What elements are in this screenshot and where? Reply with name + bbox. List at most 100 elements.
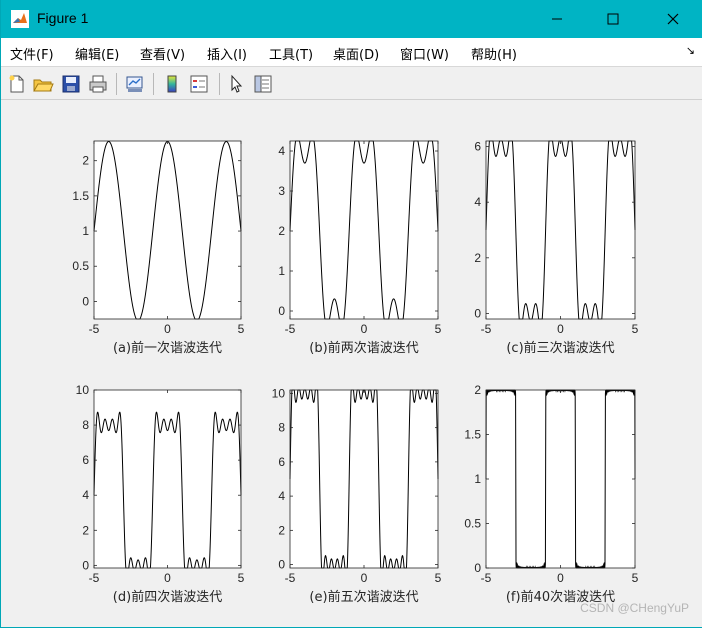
subplot-grid: -5 0 500.511.52(a)前一次谐波迭代-5 0 501234(b)前两次谐波… — [72, 140, 638, 605]
x-tick-label: 0 — [557, 571, 564, 585]
y-tick-label: 0 — [278, 304, 285, 318]
axes-background — [290, 141, 438, 319]
y-tick-label: 4 — [474, 195, 481, 209]
csdn-watermark: CSDN @CHengYuP — [580, 601, 689, 615]
y-tick-label: 10 — [272, 386, 286, 400]
pointer-icon[interactable] — [226, 73, 248, 95]
y-tick-label: 2 — [474, 383, 481, 397]
x-tick-label: 5 — [238, 322, 245, 336]
close-icon — [667, 13, 679, 25]
axes-background — [94, 390, 241, 568]
toolbar-separator — [219, 73, 220, 95]
menu-edit[interactable]: 编辑(E) — [75, 44, 119, 63]
menu-file[interactable]: 文件(F) — [10, 44, 54, 63]
close-button[interactable] — [645, 0, 701, 38]
y-tick-label: 0.5 — [464, 517, 481, 531]
legend-icon[interactable] — [188, 73, 210, 95]
y-tick-label: 8 — [82, 418, 89, 432]
figure-canvas: -5 0 5 0 0.5 1 1.5 2 (a)前一次谐波迭代 -5 0 5 0 1 2 3 4 (b)前两次谐波… — [1, 100, 702, 627]
y-tick-label: 2 — [278, 224, 285, 238]
new-figure-icon[interactable] — [6, 73, 28, 95]
link-plot-icon[interactable] — [124, 73, 146, 95]
x-tick-label: 5 — [435, 322, 442, 336]
x-axis-label: (b)前两次谐波迭代 — [309, 340, 418, 356]
menu-bar: 文件(F) 编辑(E) 查看(V) 插入(I) 工具(T) 桌面(D) 窗口(W… — [1, 38, 702, 67]
y-tick-label: 10 — [76, 383, 90, 397]
matlab-logo-icon — [11, 10, 29, 28]
subplot-c: -5 0 50246(c)前三次谐波迭代 — [474, 140, 638, 356]
x-tick-label: 0 — [361, 322, 368, 336]
x-tick-label: 5 — [238, 571, 245, 585]
minimize-icon — [552, 18, 562, 20]
subplot-d: -5 0 50246810(d)前四次谐波迭代 — [76, 383, 245, 605]
y-tick-label: 1 — [474, 472, 481, 486]
y-tick-label: 2 — [278, 523, 285, 537]
menu-help[interactable]: 帮助(H) — [471, 44, 517, 63]
x-axis-label: (d)前四次谐波迭代 — [113, 589, 222, 605]
colorbar-icon[interactable] — [161, 73, 183, 95]
y-tick-label: 6 — [278, 455, 285, 469]
y-tick-label: 4 — [278, 489, 285, 503]
y-tick-label: 1 — [278, 264, 285, 278]
x-tick-label: -5 — [89, 571, 100, 585]
y-tick-label: 0 — [82, 294, 89, 308]
y-tick-label: 1 — [82, 224, 89, 238]
x-tick-label: -5 — [89, 322, 100, 336]
x-axis-label: (e)前五次谐波迭代 — [309, 589, 418, 605]
subplot-a: -5 0 500.511.52(a)前一次谐波迭代 — [72, 140, 245, 356]
print-icon[interactable] — [87, 73, 109, 95]
x-tick-label: 0 — [164, 322, 171, 336]
menu-dock-arrow-icon[interactable]: ↘ — [686, 44, 695, 57]
x-tick-label: 5 — [435, 571, 442, 585]
y-tick-label: 0 — [278, 558, 285, 572]
figure-window: Figure 1 文件(F) 编辑(E) 查看(V) 插入(I) 工具(T) 桌… — [0, 0, 702, 628]
x-axis-label: (c)前三次谐波迭代 — [506, 340, 614, 356]
menu-window[interactable]: 窗口(W) — [400, 44, 449, 63]
maximize-button[interactable] — [585, 0, 641, 38]
y-tick-label: 6 — [474, 140, 481, 154]
menu-insert[interactable]: 插入(I) — [207, 44, 247, 63]
minimize-button[interactable] — [529, 0, 585, 38]
open-file-icon[interactable] — [32, 73, 54, 95]
y-tick-label: 0 — [474, 306, 481, 320]
x-tick-label: -5 — [481, 571, 492, 585]
subplot-f: -5 0 500.511.52(f)前40次谐波迭代 — [464, 383, 638, 605]
x-tick-label: 5 — [632, 322, 639, 336]
toolbar — [1, 67, 702, 100]
axes-background — [486, 141, 635, 319]
y-tick-label: 0 — [82, 558, 89, 572]
axes-background — [290, 390, 438, 568]
x-tick-label: 5 — [632, 571, 639, 585]
toolbar-separator — [116, 73, 117, 95]
property-editor-icon[interactable] — [252, 73, 274, 95]
maximize-icon — [607, 13, 619, 25]
x-axis-label: (a)前一次谐波迭代 — [113, 340, 222, 356]
y-tick-label: 2 — [474, 251, 481, 265]
y-tick-label: 4 — [82, 488, 89, 502]
y-tick-label: 0.5 — [72, 259, 89, 273]
x-tick-label: -5 — [285, 571, 296, 585]
axes-background — [486, 390, 635, 568]
y-tick-label: 6 — [82, 453, 89, 467]
x-tick-label: 0 — [164, 571, 171, 585]
menu-view[interactable]: 查看(V) — [140, 44, 185, 63]
y-tick-label: 1.5 — [464, 428, 481, 442]
y-tick-label: 1.5 — [72, 189, 89, 203]
x-tick-label: -5 — [285, 322, 296, 336]
y-tick-label: 0 — [474, 561, 481, 575]
toolbar-separator — [153, 73, 154, 95]
menu-tools[interactable]: 工具(T) — [269, 44, 313, 63]
y-tick-label: 3 — [278, 184, 285, 198]
window-title: Figure 1 — [37, 10, 89, 26]
title-bar[interactable]: Figure 1 — [1, 0, 702, 38]
y-tick-label: 2 — [82, 523, 89, 537]
y-tick-label: 2 — [82, 154, 89, 168]
x-tick-label: 0 — [557, 322, 564, 336]
y-tick-label: 8 — [278, 421, 285, 435]
menu-desktop[interactable]: 桌面(D) — [333, 44, 379, 63]
subplot-e: -5 0 50246810(e)前五次谐波迭代 — [272, 386, 442, 605]
subplot-b: -5 0 501234(b)前两次谐波迭代 — [278, 140, 442, 356]
y-tick-label: 4 — [278, 144, 285, 158]
x-tick-label: 0 — [361, 571, 368, 585]
save-icon[interactable] — [60, 73, 82, 95]
